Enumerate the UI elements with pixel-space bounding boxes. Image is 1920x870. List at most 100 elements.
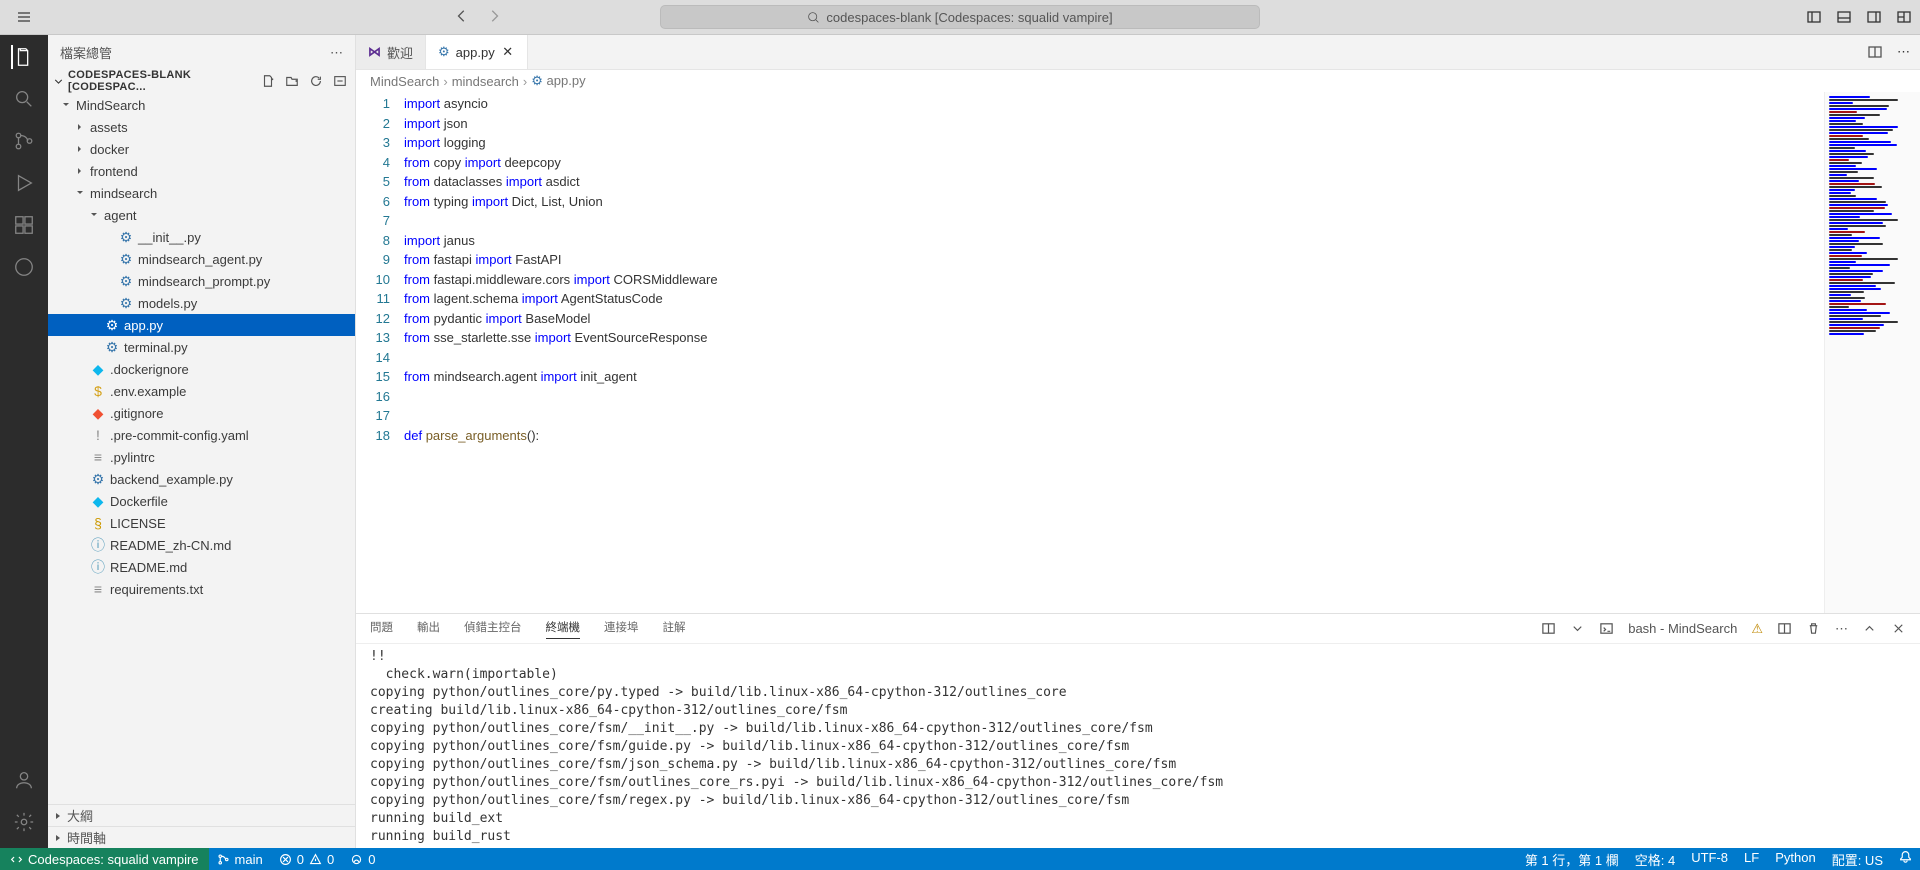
activity-accounts[interactable] [12, 768, 36, 792]
panel-tab-連接埠[interactable]: 連接埠 [604, 619, 639, 638]
item-label: docker [90, 142, 129, 157]
activity-search[interactable] [12, 87, 36, 111]
nav-back-icon[interactable] [455, 9, 469, 26]
file-item[interactable]: ⚙mindsearch_prompt.py [48, 270, 355, 292]
breadcrumb-item[interactable]: ⚙ app.py [531, 73, 585, 89]
layout-sidebar-right-icon[interactable] [1866, 9, 1882, 25]
item-label: .dockerignore [110, 362, 189, 377]
branch-indicator[interactable]: main [209, 848, 271, 870]
code-area[interactable]: import asyncioimport jsonimport loggingf… [404, 92, 1824, 613]
breadcrumb-item[interactable]: mindsearch [452, 74, 519, 89]
chevron-icon [74, 122, 86, 132]
file-item[interactable]: ⚙__init__.py [48, 226, 355, 248]
tab-app.py[interactable]: ⚙app.py✕ [426, 35, 528, 69]
minimap[interactable] [1824, 92, 1920, 613]
file-item[interactable]: ◆.gitignore [48, 402, 355, 424]
more-icon[interactable]: ⋯ [1835, 621, 1848, 637]
command-center[interactable]: codespaces-blank [Codespaces: squalid va… [660, 5, 1260, 29]
activity-settings[interactable] [12, 810, 36, 834]
file-item[interactable]: ⓘREADME_zh-CN.md [48, 534, 355, 556]
problems-indicator[interactable]: 0 0 [271, 848, 342, 870]
maximize-icon[interactable] [1862, 621, 1877, 636]
more-icon[interactable]: ⋯ [1897, 44, 1910, 60]
file-item[interactable]: !.pre-commit-config.yaml [48, 424, 355, 446]
file-item[interactable]: ◆.dockerignore [48, 358, 355, 380]
panel-tab-註解[interactable]: 註解 [663, 619, 686, 638]
file-item[interactable]: ⚙models.py [48, 292, 355, 314]
panel-tab-問題[interactable]: 問題 [370, 619, 393, 638]
terminal-output[interactable]: !! check.warn(importable) copying python… [356, 644, 1920, 848]
new-file-icon[interactable] [261, 74, 275, 88]
item-label: backend_example.py [110, 472, 233, 487]
tab-歡迎[interactable]: ⋈歡迎 [356, 35, 426, 69]
chevron-icon [88, 210, 100, 220]
breadcrumb-item[interactable]: MindSearch [370, 74, 439, 89]
activity-explorer[interactable] [11, 45, 35, 69]
language-mode[interactable]: Python [1767, 850, 1823, 865]
eol[interactable]: LF [1736, 850, 1767, 865]
file-item[interactable]: ⚙app.py [48, 314, 355, 336]
breadcrumb[interactable]: MindSearch›mindsearch›⚙ app.py [356, 70, 1920, 92]
collapse-icon[interactable] [333, 74, 347, 88]
more-icon[interactable]: ⋯ [330, 45, 343, 61]
file-item[interactable]: ≡requirements.txt [48, 578, 355, 600]
activity-run-debug[interactable] [12, 171, 36, 195]
file-item[interactable]: $.env.example [48, 380, 355, 402]
split-terminal-icon[interactable] [1541, 621, 1556, 636]
chevron-icon [74, 166, 86, 176]
panel-tab-終端機[interactable]: 終端機 [546, 619, 581, 639]
remote-indicator[interactable]: Codespaces: squalid vampire [0, 848, 209, 870]
file-item[interactable]: ≡.pylintrc [48, 446, 355, 468]
layout-panel-icon[interactable] [1836, 9, 1852, 25]
terminal-icon[interactable] [1599, 621, 1614, 636]
refresh-icon[interactable] [309, 74, 323, 88]
file-item[interactable]: ⚙backend_example.py [48, 468, 355, 490]
titlebar-right [1806, 9, 1912, 25]
item-label: .pylintrc [110, 450, 155, 465]
sidebar-root[interactable]: CODESPACES-BLANK [CODESPAC... [48, 70, 355, 92]
nav-forward-icon[interactable] [487, 9, 501, 26]
panel-tab-偵錯主控台[interactable]: 偵錯主控台 [464, 619, 522, 638]
folder-item[interactable]: docker [48, 138, 355, 160]
layout-sidebar-left-icon[interactable] [1806, 9, 1822, 25]
menu-button[interactable] [0, 0, 48, 35]
editor-group: ⋈歡迎⚙app.py✕ ⋯ MindSearch›mindsearch›⚙ ap… [356, 35, 1920, 848]
explorer-sidebar: 檔案總管 ⋯ CODESPACES-BLANK [CODESPAC... Min… [48, 35, 356, 848]
folder-item[interactable]: mindsearch [48, 182, 355, 204]
activity-github[interactable] [12, 255, 36, 279]
close-panel-icon[interactable] [1891, 621, 1906, 636]
item-label: README_zh-CN.md [110, 538, 231, 553]
terminal-name[interactable]: bash - MindSearch [1628, 621, 1737, 636]
notifications-icon[interactable] [1891, 850, 1920, 863]
file-item[interactable]: ◆Dockerfile [48, 490, 355, 512]
indentation[interactable]: 空格: 4 [1627, 850, 1683, 869]
chevron-icon [74, 144, 86, 154]
outline-section[interactable]: 大綱 [48, 804, 355, 826]
panel-tab-輸出[interactable]: 輸出 [417, 619, 440, 638]
close-icon[interactable]: ✕ [501, 45, 515, 59]
keyboard-layout[interactable]: 配置: US [1824, 850, 1891, 869]
file-item[interactable]: ⚙terminal.py [48, 336, 355, 358]
folder-item[interactable]: MindSearch [48, 94, 355, 116]
folder-item[interactable]: frontend [48, 160, 355, 182]
file-item[interactable]: ⓘREADME.md [48, 556, 355, 578]
split-editor-icon[interactable] [1867, 44, 1883, 60]
chevron-down-icon[interactable] [1570, 621, 1585, 636]
item-label: MindSearch [76, 98, 145, 113]
trash-icon[interactable] [1806, 621, 1821, 636]
split-icon[interactable] [1777, 621, 1792, 636]
customize-layout-icon[interactable] [1896, 9, 1912, 25]
warning-icon[interactable]: ⚠ [1751, 621, 1763, 637]
ports-indicator[interactable]: 0 [342, 848, 383, 870]
new-folder-icon[interactable] [285, 74, 299, 88]
cursor-position[interactable]: 第 1 行，第 1 欄 [1517, 850, 1627, 869]
timeline-section[interactable]: 時間軸 [48, 826, 355, 848]
file-item[interactable]: ⚙mindsearch_agent.py [48, 248, 355, 270]
encoding[interactable]: UTF-8 [1683, 850, 1736, 865]
editor[interactable]: 123456789101112131415161718 import async… [356, 92, 1920, 613]
activity-extensions[interactable] [12, 213, 36, 237]
file-item[interactable]: §LICENSE [48, 512, 355, 534]
folder-item[interactable]: assets [48, 116, 355, 138]
folder-item[interactable]: agent [48, 204, 355, 226]
activity-source-control[interactable] [12, 129, 36, 153]
